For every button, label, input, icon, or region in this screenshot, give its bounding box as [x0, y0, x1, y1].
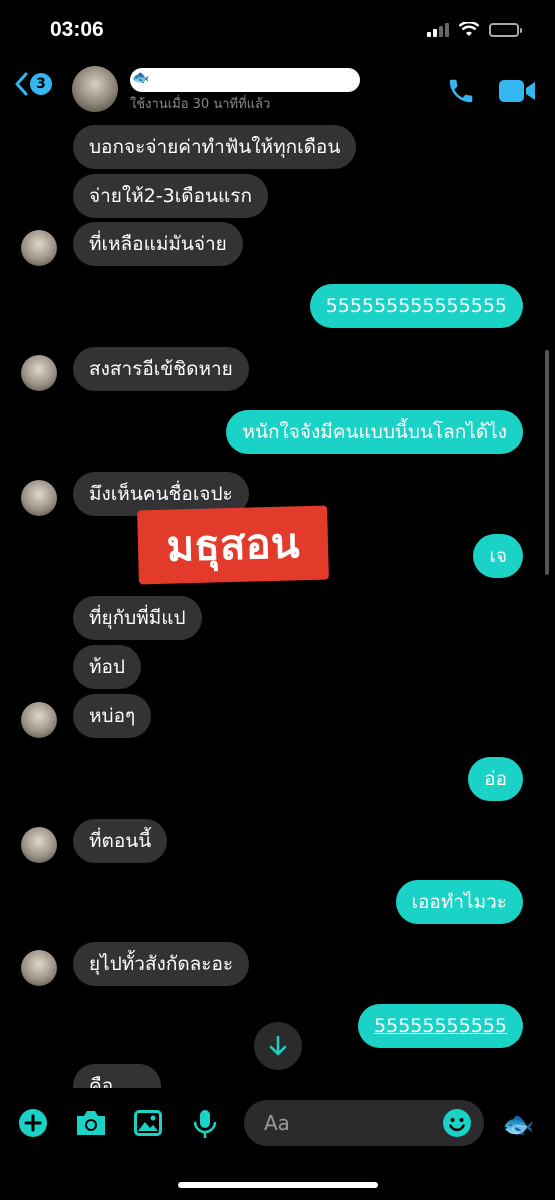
smiley-icon[interactable]: [442, 1108, 472, 1138]
contact-avatar-small[interactable]: [21, 950, 57, 986]
incoming-message[interactable]: ยุไปทั้วสังกัดละอะ: [73, 942, 250, 986]
status-bar: 03:06: [0, 0, 555, 60]
incoming-message[interactable]: หบ่อๆ: [73, 694, 152, 738]
outgoing-message[interactable]: หนักใจจังมีคนแบบนี้บนโลกได้ไง: [226, 410, 523, 454]
back-button[interactable]: 3: [14, 72, 52, 96]
scrollbar[interactable]: [545, 350, 549, 575]
contact-avatar-small[interactable]: [21, 355, 57, 391]
incoming-message[interactable]: ที่ตอนนี้: [73, 819, 168, 863]
image-icon[interactable]: [132, 1108, 164, 1138]
status-icons: [427, 22, 522, 37]
contact-active-status: ใช้งานเมื่อ 30 นาทีที่แล้ว: [130, 97, 271, 112]
fish-emoji-icon[interactable]: 🐟: [502, 1110, 534, 1140]
message-input-placeholder: Aa: [264, 1111, 290, 1135]
camera-icon[interactable]: [74, 1108, 108, 1138]
contact-avatar-small[interactable]: [21, 480, 57, 516]
outgoing-message[interactable]: 55555555555: [358, 1004, 523, 1048]
battery-icon: [489, 22, 522, 37]
plus-icon[interactable]: [18, 1108, 48, 1138]
outgoing-message[interactable]: 555555555555555: [309, 284, 523, 328]
cellular-signal-icon: [427, 22, 449, 37]
video-camera-icon[interactable]: [498, 78, 536, 104]
outgoing-message[interactable]: เออทำไมวะ: [395, 880, 523, 924]
contact-avatar-small[interactable]: [21, 702, 57, 738]
scroll-to-bottom-button[interactable]: [254, 1022, 302, 1070]
back-chevron-icon: [15, 72, 28, 96]
message-composer: Aa 🐟: [0, 1092, 555, 1200]
conversation-header: 3 🐟 ใช้งานเมื่อ 30 นาทีที่แล้ว: [0, 60, 555, 120]
incoming-message[interactable]: ที่เหลือแม่มันจ่าย: [73, 222, 243, 266]
unread-badge: 3: [30, 73, 52, 95]
incoming-message[interactable]: จ่ายให้2-3เดือนแรก: [73, 174, 268, 218]
message-input[interactable]: Aa: [244, 1100, 484, 1146]
contact-avatar-small[interactable]: [21, 230, 57, 266]
home-indicator: [178, 1182, 378, 1188]
incoming-message[interactable]: บอกจะจ่ายค่าทำฟันให้ทุกเดือน: [73, 125, 357, 169]
incoming-message[interactable]: ท้อป: [73, 645, 141, 689]
microphone-icon[interactable]: [191, 1108, 219, 1140]
fish-emoji-icon: 🐟: [132, 70, 150, 86]
contact-name-redacted[interactable]: [130, 68, 360, 92]
wifi-icon: [459, 22, 479, 36]
incoming-message[interactable]: ที่ยุกับพี่มีแป: [73, 596, 202, 640]
contact-avatar[interactable]: [72, 66, 118, 112]
red-text-sticker: มธุสอน: [137, 505, 329, 585]
outgoing-message[interactable]: อ่อ: [468, 757, 523, 801]
outgoing-message[interactable]: เจ: [473, 534, 523, 578]
arrow-down-icon: [269, 1035, 287, 1056]
status-time: 03:06: [50, 18, 104, 41]
contact-avatar-small[interactable]: [21, 827, 57, 863]
incoming-message[interactable]: สงสารอีเข้ชิดหาย: [73, 347, 249, 391]
incoming-message-partial[interactable]: คือ: [73, 1064, 161, 1088]
phone-icon[interactable]: [446, 76, 476, 106]
